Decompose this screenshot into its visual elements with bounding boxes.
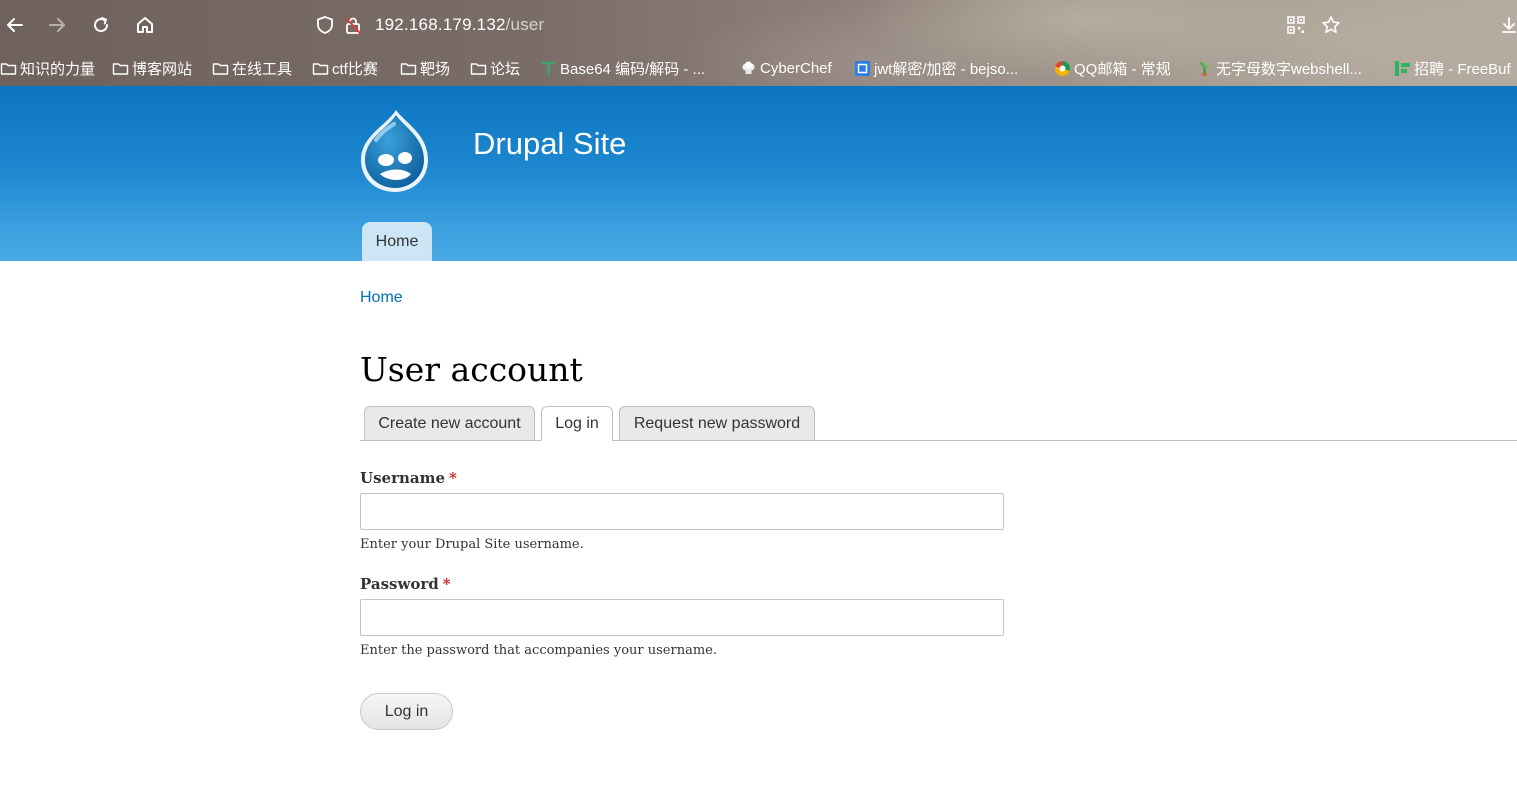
home-button[interactable] — [130, 10, 160, 40]
bookmark-label: 无字母数字webshell... — [1216, 60, 1362, 78]
bookmark-label: 在线工具 — [232, 60, 293, 78]
site-header: Drupal Site Home — [0, 86, 1517, 261]
bookmark-label: 博客网站 — [132, 60, 193, 78]
folder-icon — [112, 60, 129, 77]
back-button[interactable] — [0, 10, 30, 40]
downloads-button[interactable] — [1494, 10, 1517, 40]
bookmark-link[interactable]: 无字母数字webshell... — [1196, 57, 1362, 79]
folder-icon — [400, 60, 417, 77]
insecure-lock-icon[interactable] — [343, 15, 363, 35]
qq-mail-icon — [1054, 60, 1071, 77]
log-in-button[interactable]: Log in — [360, 693, 453, 730]
username-input[interactable] — [360, 493, 1004, 530]
tab-request-new-password[interactable]: Request new password — [619, 406, 815, 440]
drupal-logo[interactable] — [358, 108, 432, 194]
folder-icon — [470, 60, 487, 77]
back-icon — [7, 18, 23, 32]
bookmark-label: QQ邮箱 - 常规 — [1074, 60, 1171, 78]
address-bar[interactable]: 192.168.179.132/user — [305, 8, 1355, 42]
bookmark-label: 招聘 - FreeBuf — [1414, 60, 1511, 78]
tabs-divider — [360, 440, 1517, 441]
download-icon — [1502, 17, 1516, 33]
freebuf-site-icon — [1394, 60, 1411, 77]
url-host: 192.168.179.132 — [375, 15, 506, 34]
bookmark-folder[interactable]: 在线工具 — [212, 57, 292, 79]
bookmark-link[interactable]: CyberChef — [740, 57, 832, 79]
tab-create-new-account[interactable]: Create new account — [364, 406, 535, 440]
bookmark-label: 知识的力量 — [20, 60, 96, 78]
bookmark-label: ctf比赛 — [332, 60, 378, 78]
tab-log-in[interactable]: Log in — [541, 406, 613, 441]
browser-chrome: 192.168.179.132/user 知识的力量 博客网站 在线工具 ctf… — [0, 0, 1517, 86]
jwt-site-icon — [854, 60, 871, 77]
bookmark-link[interactable]: jwt解密/加密 - bejso... — [854, 57, 1018, 79]
url-path: /user — [505, 15, 545, 34]
bookmark-folder[interactable]: 知识的力量 — [0, 57, 95, 79]
bookmark-link[interactable]: Base64 编码/解码 - ... — [540, 57, 705, 79]
base64-site-icon — [540, 60, 557, 77]
url-text[interactable]: 192.168.179.132/user — [375, 15, 544, 35]
plant-icon — [1196, 60, 1213, 77]
bookmark-label: jwt解密/加密 - bejso... — [874, 60, 1019, 78]
bookmark-folder[interactable]: 靶场 — [400, 57, 450, 79]
page-title: User account — [360, 350, 583, 389]
required-marker: * — [442, 575, 451, 593]
bookmark-label: 论坛 — [490, 60, 521, 78]
breadcrumb-home-link[interactable]: Home — [360, 289, 403, 307]
forward-icon — [49, 18, 65, 32]
navigation-toolbar: 192.168.179.132/user — [0, 0, 1517, 50]
chef-icon — [740, 60, 757, 77]
site-name-link[interactable]: Drupal Site — [473, 126, 626, 162]
reload-icon — [94, 17, 109, 33]
star-icon — [1322, 16, 1340, 33]
required-marker: * — [449, 469, 457, 487]
password-label: Password * — [360, 575, 451, 593]
bookmark-star-button[interactable] — [1316, 10, 1346, 40]
folder-icon — [212, 60, 229, 77]
bookmark-label: Base64 编码/解码 - ... — [560, 60, 706, 78]
qr-code-icon — [1287, 16, 1305, 34]
bookmark-link[interactable]: QQ邮箱 - 常规 — [1054, 57, 1171, 79]
main-menu-home-tab[interactable]: Home — [362, 222, 432, 261]
shield-icon[interactable] — [315, 15, 335, 35]
password-description: Enter the password that accompanies your… — [360, 643, 717, 658]
bookmark-folder[interactable]: 论坛 — [470, 57, 520, 79]
home-icon — [137, 17, 153, 33]
bookmark-folder[interactable]: ctf比赛 — [312, 57, 378, 79]
username-description: Enter your Drupal Site username. — [360, 537, 584, 552]
folder-icon — [312, 60, 329, 77]
username-label-text: Username — [360, 469, 446, 487]
bookmarks-bar: 知识的力量 博客网站 在线工具 ctf比赛 靶场 论坛 Base64 编码/解码… — [0, 50, 1517, 86]
bookmark-label: 靶场 — [420, 60, 451, 78]
bookmark-folder[interactable]: 博客网站 — [112, 57, 192, 79]
folder-icon — [0, 60, 17, 77]
qr-code-button[interactable] — [1281, 10, 1311, 40]
forward-button[interactable] — [42, 10, 72, 40]
username-label: Username * — [360, 469, 457, 487]
password-label-text: Password — [360, 575, 439, 593]
reload-button[interactable] — [86, 10, 116, 40]
bookmark-label: CyberChef — [760, 59, 832, 77]
password-input[interactable] — [360, 599, 1004, 636]
bookmark-link[interactable]: 招聘 - FreeBuf — [1394, 57, 1511, 79]
